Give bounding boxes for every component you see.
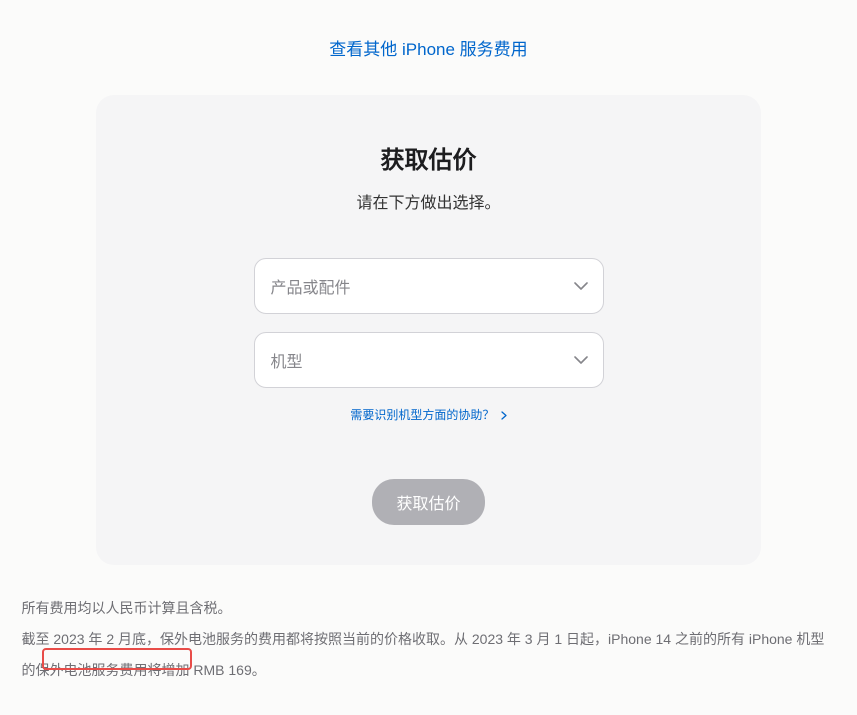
help-identify-link[interactable]: 需要识别机型方面的协助？ xyxy=(350,408,506,422)
card-subtitle: 请在下方做出选择。 xyxy=(136,189,721,213)
product-select[interactable]: 产品或配件 xyxy=(254,258,604,314)
other-services-link[interactable]: 查看其他 iPhone 服务费用 xyxy=(329,40,527,59)
footer-text: 所有费用均以人民币计算且含税。 截至 2023 年 2 月底，保外电池服务的费用… xyxy=(12,593,846,685)
footer-line2-container: 截至 2023 年 2 月底，保外电池服务的费用都将按照当前的价格收取。从 20… xyxy=(22,624,836,686)
model-select-label: 机型 xyxy=(271,348,303,372)
get-estimate-button[interactable]: 获取估价 xyxy=(372,479,484,525)
chevron-right-icon xyxy=(501,409,507,423)
product-select-label: 产品或配件 xyxy=(271,274,351,298)
model-select[interactable]: 机型 xyxy=(254,332,604,388)
form-group: 产品或配件 机型 xyxy=(136,258,721,388)
product-select-wrapper: 产品或配件 xyxy=(254,258,604,314)
footer-line2: 截至 2023 年 2 月底，保外电池服务的费用都将按照当前的价格收取。从 20… xyxy=(22,631,825,678)
help-link-text: 需要识别机型方面的协助？ xyxy=(350,408,494,422)
footer-line1: 所有费用均以人民币计算且含税。 xyxy=(22,593,836,624)
estimate-card: 获取估价 请在下方做出选择。 产品或配件 机型 需要识别机型方面的协助？ xyxy=(96,95,761,565)
model-select-wrapper: 机型 xyxy=(254,332,604,388)
top-link-container: 查看其他 iPhone 服务费用 xyxy=(0,35,857,60)
help-link-container: 需要识别机型方面的协助？ xyxy=(136,406,721,424)
card-title: 获取估价 xyxy=(136,140,721,175)
